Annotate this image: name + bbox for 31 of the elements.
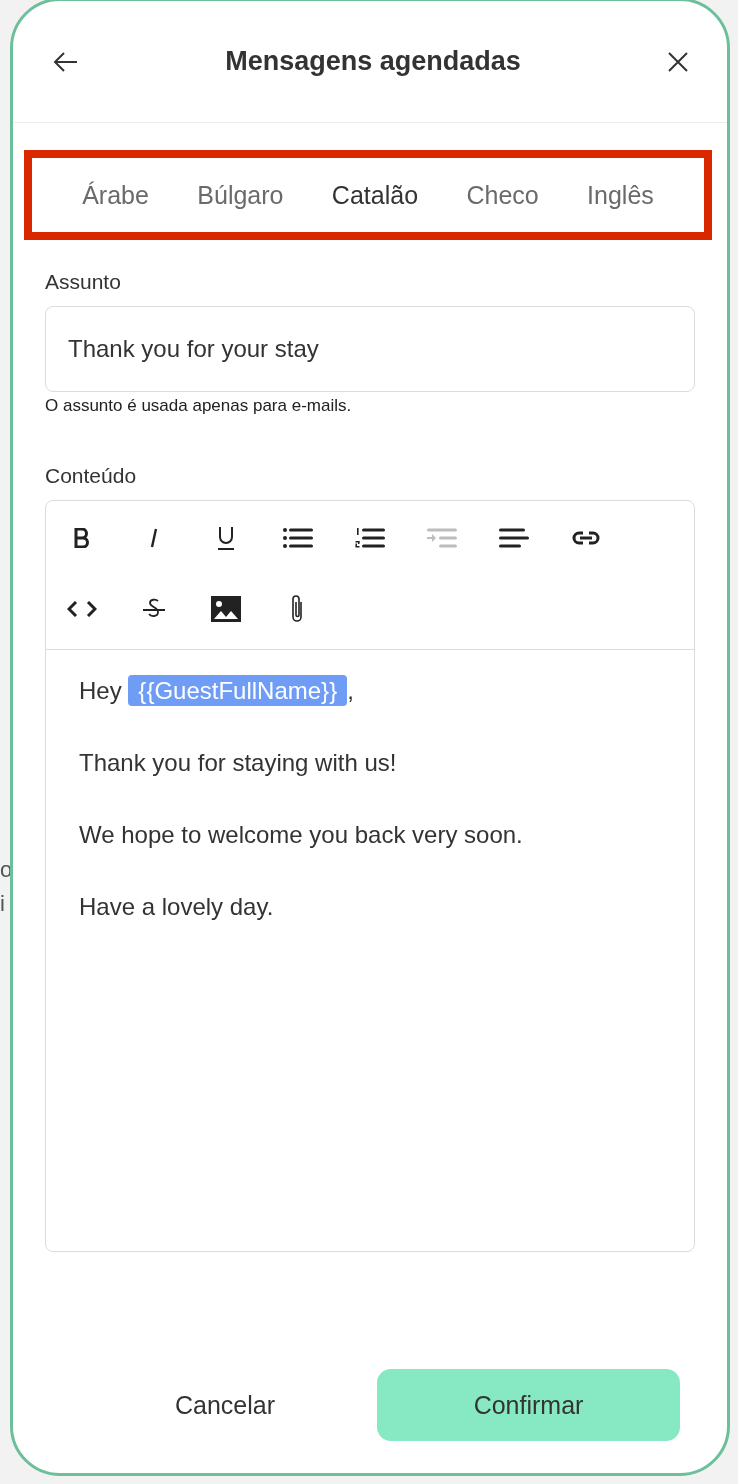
- message-paragraph: Have a lovely day.: [79, 892, 275, 922]
- field-hint: O assunto é usada apenas para e-mails.: [45, 396, 353, 416]
- cancel-button[interactable]: Cancelar: [73, 1369, 377, 1441]
- language-tab[interactable]: Catalão: [331, 180, 419, 210]
- strikethrough-icon[interactable]: [142, 597, 166, 620]
- rich-text-editor[interactable]: Hey {{GuestFullName}} , Thank you for staying with us! We hope to welcome you back very soon. Have a lovely day.: [45, 500, 695, 1252]
- numbered-list-icon[interactable]: [355, 527, 385, 548]
- code-icon[interactable]: [67, 600, 97, 617]
- message-paragraph: Thank you for staying with us!: [79, 748, 398, 778]
- image-icon[interactable]: [211, 595, 241, 622]
- dialog-title: Mensagens agendadas: [225, 46, 521, 77]
- language-tab[interactable]: Inglês: [587, 180, 654, 210]
- bold-icon[interactable]: [73, 527, 91, 548]
- variable-tag: {{GuestFullName}}: [128, 675, 348, 706]
- language-tab[interactable]: Búlgaro: [197, 180, 284, 210]
- field-label: Conteúdo: [45, 464, 138, 488]
- subject-field[interactable]: Thank you for your stay: [45, 306, 695, 392]
- field-label: Assunto: [45, 270, 122, 294]
- message-paragraph: Hey {{GuestFullName}} ,: [79, 674, 355, 708]
- confirm-button[interactable]: Confirmar: [377, 1369, 680, 1441]
- back-button[interactable]: [53, 50, 79, 73]
- background-text: i: [0, 890, 6, 918]
- message-paragraph: We hope to welcome you back very soon.: [79, 820, 524, 850]
- underline-icon[interactable]: [217, 525, 235, 550]
- language-tab[interactable]: Checo: [466, 180, 539, 210]
- align-left-icon[interactable]: [499, 527, 529, 548]
- italic-icon[interactable]: [148, 527, 160, 548]
- link-icon[interactable]: [571, 529, 601, 546]
- close-button[interactable]: [667, 50, 689, 73]
- bullet-list-icon[interactable]: [283, 527, 313, 548]
- language-tab[interactable]: Árabe: [82, 180, 149, 210]
